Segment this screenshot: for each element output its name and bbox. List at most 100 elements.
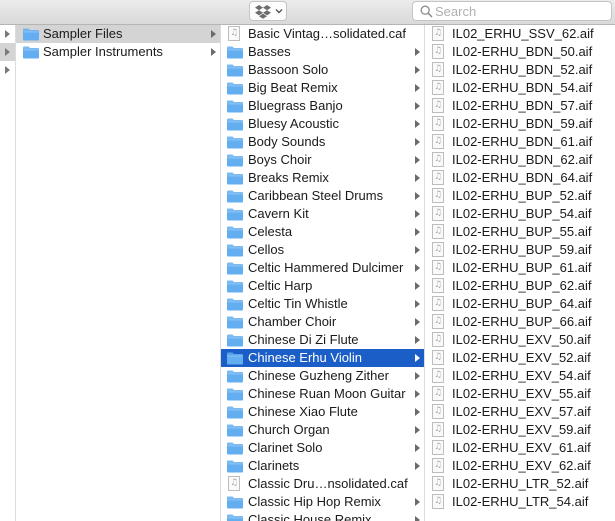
folder-icon bbox=[227, 370, 243, 383]
item-label: Celtic Harp bbox=[248, 278, 313, 293]
file-item-il02-erhu-bdn-61-aif[interactable]: IL02-ERHU_BDN_61.aif bbox=[425, 133, 615, 151]
item-label: IL02-ERHU_BUP_66.aif bbox=[452, 314, 592, 329]
column-3[interactable]: IL02_ERHU_SSV_62.aif IL02-ERHU_BDN_50.aif… bbox=[425, 25, 615, 521]
item-label: Cellos bbox=[248, 242, 285, 257]
disclosure-arrow-icon bbox=[415, 138, 420, 146]
file-item-il02-erhu-ltr-54-aif[interactable]: IL02-ERHU_LTR_54.aif bbox=[425, 493, 615, 511]
audio-file-icon bbox=[432, 440, 444, 455]
file-item-il02-erhu-bdn-64-aif[interactable]: IL02-ERHU_BDN_64.aif bbox=[425, 169, 615, 187]
file-item-il02-erhu-exv-61-aif[interactable]: IL02-ERHU_EXV_61.aif bbox=[425, 439, 615, 457]
file-item-classic-dru-nsolidated-caf[interactable]: Classic Dru…nsolidated.caf bbox=[221, 475, 424, 493]
item-label: Sampler Instruments bbox=[43, 44, 163, 59]
file-item-il02-erhu-bup-62-aif[interactable]: IL02-ERHU_BUP_62.aif bbox=[425, 277, 615, 295]
item-label: IL02-ERHU_BDN_50.aif bbox=[452, 44, 593, 59]
file-item-il02-erhu-exv-62-aif[interactable]: IL02-ERHU_EXV_62.aif bbox=[425, 457, 615, 475]
column-0[interactable] bbox=[0, 25, 16, 521]
file-item-il02-erhu-bdn-52-aif[interactable]: IL02-ERHU_BDN_52.aif bbox=[425, 61, 615, 79]
file-item-il02-erhu-bup-66-aif[interactable]: IL02-ERHU_BUP_66.aif bbox=[425, 313, 615, 331]
file-item-il02-erhu-exv-50-aif[interactable]: IL02-ERHU_EXV_50.aif bbox=[425, 331, 615, 349]
item-label: IL02-ERHU_BDN_61.aif bbox=[452, 134, 593, 149]
folder-icon bbox=[227, 64, 243, 77]
file-item-basic-vintag-solidated-caf[interactable]: Basic Vintag…solidated.caf bbox=[221, 25, 424, 43]
audio-file-icon bbox=[432, 458, 444, 473]
disclosure-arrow-icon bbox=[5, 48, 10, 56]
search-input[interactable] bbox=[435, 3, 605, 19]
audio-file-icon bbox=[432, 98, 444, 113]
file-item-il02-erhu-exv-57-aif[interactable]: IL02-ERHU_EXV_57.aif bbox=[425, 403, 615, 421]
item-label: Classic Hip Hop Remix bbox=[248, 494, 381, 509]
collapsed-row-selected[interactable] bbox=[0, 43, 15, 61]
item-label: IL02-ERHU_BUP_54.aif bbox=[452, 206, 592, 221]
file-item-il02-erhu-exv-52-aif[interactable]: IL02-ERHU_EXV_52.aif bbox=[425, 349, 615, 367]
item-label: IL02-ERHU_BDN_57.aif bbox=[452, 98, 593, 113]
file-item-il02-erhu-bup-52-aif[interactable]: IL02-ERHU_BUP_52.aif bbox=[425, 187, 615, 205]
folder-item-church-organ[interactable]: Church Organ bbox=[221, 421, 424, 439]
folder-item-bluegrass-banjo[interactable]: Bluegrass Banjo bbox=[221, 97, 424, 115]
folder-item-boys-choir[interactable]: Boys Choir bbox=[221, 151, 424, 169]
search-field[interactable] bbox=[412, 1, 612, 21]
folder-item-sampler-files[interactable]: Sampler Files bbox=[16, 25, 220, 43]
column-2[interactable]: Basic Vintag…solidated.caf Basses Bassoon … bbox=[221, 25, 425, 521]
disclosure-arrow-icon bbox=[415, 174, 420, 182]
item-label: Clarinets bbox=[248, 458, 300, 473]
folder-item-basses[interactable]: Basses bbox=[221, 43, 424, 61]
item-label: IL02-ERHU_EXV_62.aif bbox=[452, 458, 591, 473]
collapsed-row[interactable] bbox=[0, 25, 15, 43]
folder-item-big-beat-remix[interactable]: Big Beat Remix bbox=[221, 79, 424, 97]
folder-icon bbox=[227, 496, 243, 509]
folder-item-cellos[interactable]: Cellos bbox=[221, 241, 424, 259]
file-item-il02-erhu-bup-54-aif[interactable]: IL02-ERHU_BUP_54.aif bbox=[425, 205, 615, 223]
file-item-il02-erhu-bup-59-aif[interactable]: IL02-ERHU_BUP_59.aif bbox=[425, 241, 615, 259]
file-item-il02-erhu-exv-54-aif[interactable]: IL02-ERHU_EXV_54.aif bbox=[425, 367, 615, 385]
item-label: Sampler Files bbox=[43, 26, 123, 41]
file-item-il02-erhu-bup-64-aif[interactable]: IL02-ERHU_BUP_64.aif bbox=[425, 295, 615, 313]
folder-item-body-sounds[interactable]: Body Sounds bbox=[221, 133, 424, 151]
folder-item-chinese-di-zi-flute[interactable]: Chinese Di Zi Flute bbox=[221, 331, 424, 349]
folder-item-chinese-xiao-flute[interactable]: Chinese Xiao Flute bbox=[221, 403, 424, 421]
folder-item-breaks-remix[interactable]: Breaks Remix bbox=[221, 169, 424, 187]
file-item-il02-erhu-ssv-62-aif[interactable]: IL02_ERHU_SSV_62.aif bbox=[425, 25, 615, 43]
file-item-il02-erhu-ltr-52-aif[interactable]: IL02-ERHU_LTR_52.aif bbox=[425, 475, 615, 493]
folder-item-chamber-choir[interactable]: Chamber Choir bbox=[221, 313, 424, 331]
disclosure-arrow-icon bbox=[415, 48, 420, 56]
folder-item-cavern-kit[interactable]: Cavern Kit bbox=[221, 205, 424, 223]
file-item-il02-erhu-bup-55-aif[interactable]: IL02-ERHU_BUP_55.aif bbox=[425, 223, 615, 241]
file-item-il02-erhu-exv-55-aif[interactable]: IL02-ERHU_EXV_55.aif bbox=[425, 385, 615, 403]
disclosure-arrow-icon bbox=[211, 30, 216, 38]
column-1[interactable]: Sampler Files Sampler Instruments bbox=[16, 25, 221, 521]
folder-item-bluesy-acoustic[interactable]: Bluesy Acoustic bbox=[221, 115, 424, 133]
file-item-il02-erhu-exv-59-aif[interactable]: IL02-ERHU_EXV_59.aif bbox=[425, 421, 615, 439]
item-label: IL02-ERHU_BUP_55.aif bbox=[452, 224, 592, 239]
file-item-il02-erhu-bdn-62-aif[interactable]: IL02-ERHU_BDN_62.aif bbox=[425, 151, 615, 169]
audio-file-icon bbox=[432, 494, 444, 509]
file-item-il02-erhu-bdn-50-aif[interactable]: IL02-ERHU_BDN_50.aif bbox=[425, 43, 615, 61]
audio-file-icon bbox=[432, 422, 444, 437]
folder-item-chinese-ruan-moon-guitar[interactable]: Chinese Ruan Moon Guitar bbox=[221, 385, 424, 403]
item-label: IL02-ERHU_BDN_52.aif bbox=[452, 62, 593, 77]
collapsed-row[interactable] bbox=[0, 61, 15, 79]
file-item-il02-erhu-bdn-57-aif[interactable]: IL02-ERHU_BDN_57.aif bbox=[425, 97, 615, 115]
audio-file-icon bbox=[432, 260, 444, 275]
item-label: Bluesy Acoustic bbox=[248, 116, 340, 131]
file-item-il02-erhu-bdn-54-aif[interactable]: IL02-ERHU_BDN_54.aif bbox=[425, 79, 615, 97]
folder-item-chinese-guzheng-zither[interactable]: Chinese Guzheng Zither bbox=[221, 367, 424, 385]
file-item-il02-erhu-bdn-59-aif[interactable]: IL02-ERHU_BDN_59.aif bbox=[425, 115, 615, 133]
item-label: Church Organ bbox=[248, 422, 330, 437]
folder-item-celesta[interactable]: Celesta bbox=[221, 223, 424, 241]
folder-item-chinese-erhu-violin[interactable]: Chinese Erhu Violin bbox=[221, 349, 424, 367]
item-label: IL02-ERHU_BUP_62.aif bbox=[452, 278, 592, 293]
folder-item-bassoon-solo[interactable]: Bassoon Solo bbox=[221, 61, 424, 79]
folder-item-clarinets[interactable]: Clarinets bbox=[221, 457, 424, 475]
file-item-il02-erhu-bup-61-aif[interactable]: IL02-ERHU_BUP_61.aif bbox=[425, 259, 615, 277]
folder-item-celtic-hammered-dulcimer[interactable]: Celtic Hammered Dulcimer bbox=[221, 259, 424, 277]
item-label: IL02-ERHU_EXV_59.aif bbox=[452, 422, 591, 437]
folder-item-caribbean-steel-drums[interactable]: Caribbean Steel Drums bbox=[221, 187, 424, 205]
folder-item-clarinet-solo[interactable]: Clarinet Solo bbox=[221, 439, 424, 457]
item-label: IL02-ERHU_EXV_55.aif bbox=[452, 386, 591, 401]
folder-item-celtic-tin-whistle[interactable]: Celtic Tin Whistle bbox=[221, 295, 424, 313]
folder-item-classic-hip-hop-remix[interactable]: Classic Hip Hop Remix bbox=[221, 493, 424, 511]
dropbox-menu-button[interactable] bbox=[249, 1, 287, 21]
folder-item-celtic-harp[interactable]: Celtic Harp bbox=[221, 277, 424, 295]
folder-item-classic-house-remix[interactable]: Classic House Remix bbox=[221, 511, 424, 521]
folder-item-sampler-instruments[interactable]: Sampler Instruments bbox=[16, 43, 220, 61]
